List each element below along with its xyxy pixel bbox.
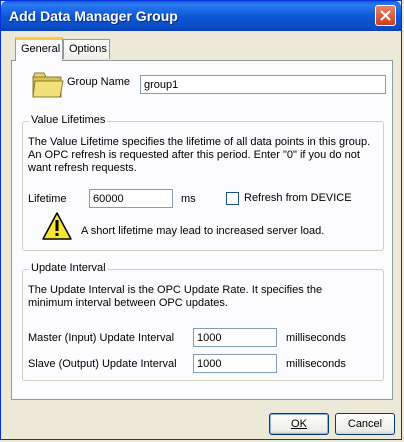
master-interval-unit: milliseconds — [286, 332, 346, 344]
folder-icon — [32, 72, 64, 98]
group-name-input[interactable] — [140, 75, 386, 94]
slave-interval-input[interactable] — [193, 354, 277, 373]
cancel-button-label: Cancel — [347, 418, 383, 430]
ok-button[interactable]: OK — [269, 413, 329, 435]
update-interval-desc-1: The Update Interval is the OPC Update Ra… — [28, 284, 323, 296]
slave-interval-unit: milliseconds — [286, 358, 346, 370]
value-lifetimes-desc-1: The Value Lifetime specifies the lifetim… — [28, 136, 371, 148]
title-bar[interactable]: Add Data Manager Group — [1, 1, 401, 31]
value-lifetimes-group: Value Lifetimes The Value Lifetime speci… — [22, 114, 384, 251]
value-lifetimes-title: Value Lifetimes — [29, 114, 108, 126]
dialog-window: Add Data Manager Group General Options G… — [0, 0, 402, 440]
close-icon — [380, 10, 391, 21]
value-lifetimes-desc-3: want refresh requests. — [28, 162, 137, 174]
tab-options[interactable]: Options — [63, 39, 110, 59]
close-button[interactable] — [375, 5, 396, 26]
general-tab-panel: Group Name Value Lifetimes The Value Lif… — [11, 60, 393, 400]
tab-general[interactable]: General — [15, 37, 63, 61]
refresh-from-device-checkbox[interactable] — [226, 192, 239, 205]
lifetime-unit: ms — [181, 193, 196, 205]
tab-general-label: General — [21, 43, 61, 55]
group-name-label: Group Name — [67, 76, 130, 88]
value-lifetimes-desc-2: An OPC refresh is requested after this p… — [28, 149, 360, 161]
cancel-button[interactable]: Cancel — [335, 413, 395, 435]
window-title: Add Data Manager Group — [9, 8, 178, 24]
master-interval-input[interactable] — [193, 328, 277, 347]
warning-icon — [42, 212, 72, 240]
update-interval-group: Update Interval The Update Interval is t… — [22, 262, 384, 381]
update-interval-desc-2: minimum interval between OPC updates. — [28, 297, 228, 309]
refresh-from-device-label[interactable]: Refresh from DEVICE — [244, 192, 352, 204]
master-interval-label: Master (Input) Update Interval — [28, 332, 175, 344]
update-interval-title: Update Interval — [29, 262, 108, 274]
tab-options-label: Options — [69, 43, 107, 55]
warning-text: A short lifetime may lead to increased s… — [81, 225, 325, 237]
slave-interval-label: Slave (Output) Update Interval — [28, 358, 177, 370]
lifetime-input[interactable] — [89, 189, 173, 208]
lifetime-label: Lifetime — [28, 193, 67, 205]
ok-button-label: OK — [291, 418, 307, 430]
